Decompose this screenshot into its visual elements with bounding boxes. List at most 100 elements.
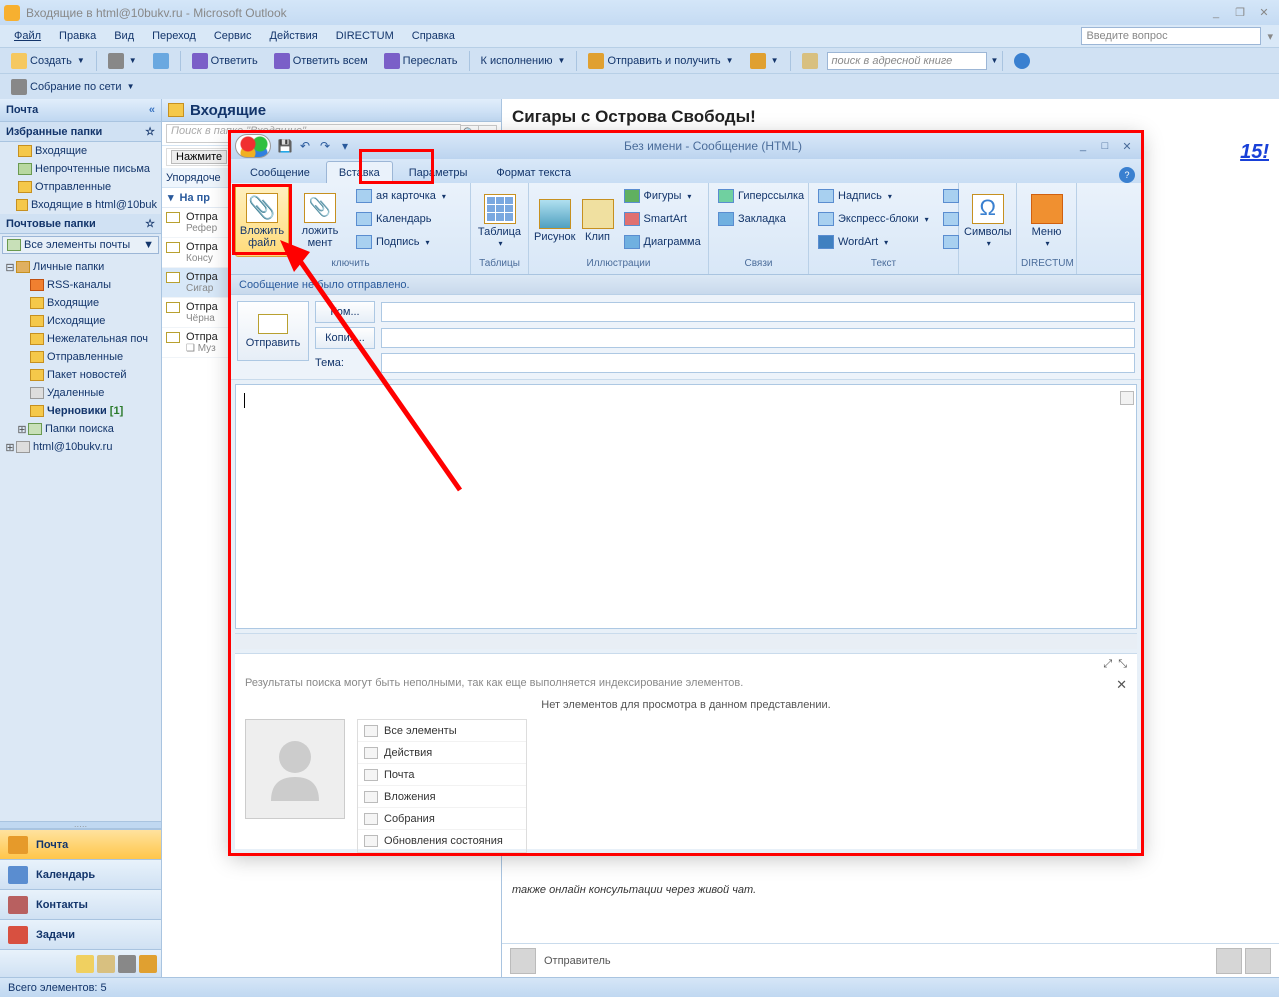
all-mail-items[interactable]: Все элементы почты▼ bbox=[2, 236, 159, 254]
menu-go[interactable]: Переход bbox=[144, 28, 204, 44]
sender-avatar[interactable] bbox=[510, 948, 536, 974]
compose-minimize[interactable]: _ bbox=[1073, 139, 1093, 153]
favorites-header[interactable]: Избранные папки☆ bbox=[0, 122, 161, 142]
address-book-button[interactable] bbox=[795, 50, 825, 72]
tree-inbox[interactable]: Входящие bbox=[0, 294, 161, 312]
qat-save-icon[interactable]: 💾 bbox=[277, 138, 293, 154]
recipient-avatar[interactable] bbox=[1245, 948, 1271, 974]
chart-button[interactable]: Диаграмма bbox=[619, 231, 706, 253]
tab-message[interactable]: Сообщение bbox=[237, 161, 323, 183]
shortcut-shortcuts-icon[interactable] bbox=[118, 955, 136, 973]
menu-file[interactable]: Файл bbox=[6, 28, 49, 44]
detail-attachments[interactable]: Вложения bbox=[358, 786, 526, 808]
menu-actions[interactable]: Действия bbox=[262, 28, 326, 44]
tab-options[interactable]: Параметры bbox=[396, 161, 481, 183]
year-link[interactable]: 15! bbox=[1240, 141, 1269, 164]
directum-menu-button[interactable]: Меню▾ bbox=[1021, 185, 1072, 257]
mail-folders-header[interactable]: Почтовые папки☆ bbox=[0, 214, 161, 234]
send-button[interactable]: Отправить bbox=[237, 301, 309, 361]
menu-edit[interactable]: Правка bbox=[51, 28, 104, 44]
clipart-button[interactable]: Клип bbox=[581, 185, 615, 257]
tree-rss[interactable]: RSS-каналы bbox=[0, 276, 161, 294]
send-receive-button[interactable]: Отправить и получить▼ bbox=[581, 50, 740, 72]
recipient-avatar[interactable] bbox=[1216, 948, 1242, 974]
to-input[interactable] bbox=[381, 302, 1135, 322]
smartart-button[interactable]: SmartArt bbox=[619, 208, 706, 230]
contact-avatar-large[interactable] bbox=[245, 719, 345, 819]
hyperlink-button[interactable]: Гиперссылка bbox=[713, 185, 809, 207]
detail-activities[interactable]: Действия bbox=[358, 742, 526, 764]
move-button[interactable] bbox=[146, 50, 176, 72]
navbtn-calendar[interactable]: Календарь bbox=[0, 859, 161, 889]
compose-close[interactable]: ✕ bbox=[1117, 139, 1137, 153]
online-meeting-button[interactable]: Собрание по сети▼ bbox=[4, 76, 141, 98]
detail-all-items[interactable]: Все элементы bbox=[358, 720, 526, 742]
tab-insert[interactable]: Вставка bbox=[326, 161, 393, 183]
window-close[interactable]: ✕ bbox=[1253, 5, 1275, 21]
quick-parts-button[interactable]: Экспресс-блоки▾ bbox=[813, 208, 934, 230]
nav-splitter[interactable]: ····· bbox=[0, 821, 161, 829]
signature-button[interactable]: Подпись▾ bbox=[351, 231, 451, 253]
follow-up-button[interactable]: К исполнению▼ bbox=[474, 50, 573, 72]
compose-scrollbar[interactable] bbox=[235, 633, 1137, 649]
tab-format-text[interactable]: Формат текста bbox=[483, 161, 584, 183]
picture-button[interactable]: Рисунок bbox=[533, 185, 577, 257]
window-restore[interactable]: ❐ bbox=[1229, 5, 1251, 21]
reply-all-button[interactable]: Ответить всем bbox=[267, 50, 375, 72]
tree-sent[interactable]: Отправленные bbox=[0, 348, 161, 366]
menu-tools[interactable]: Сервис bbox=[206, 28, 260, 44]
help-question-input[interactable]: Введите вопрос bbox=[1081, 27, 1261, 45]
detail-mail[interactable]: Почта bbox=[358, 764, 526, 786]
window-minimize[interactable]: _ bbox=[1205, 5, 1227, 21]
people-pane-collapse-icon[interactable]: ⤡ bbox=[1118, 658, 1127, 671]
print-button[interactable]: ▼ bbox=[101, 50, 144, 72]
forward-button[interactable]: Переслать bbox=[377, 50, 465, 72]
qat-redo-icon[interactable]: ↷ bbox=[317, 138, 333, 154]
tree-deleted[interactable]: Удаленные bbox=[0, 384, 161, 402]
tree-drafts[interactable]: Черновики [1] bbox=[0, 402, 161, 420]
compose-body-editor[interactable] bbox=[235, 384, 1137, 629]
qat-more-icon[interactable]: ▾ bbox=[337, 138, 353, 154]
attach-item-button[interactable]: 📎 ложить мент bbox=[293, 185, 347, 257]
help-button[interactable] bbox=[1007, 50, 1037, 72]
cc-input[interactable] bbox=[381, 328, 1135, 348]
tree-newsfeeds[interactable]: Пакет новостей bbox=[0, 366, 161, 384]
navbtn-contacts[interactable]: Контакты bbox=[0, 889, 161, 919]
attach-file-button[interactable]: 📎 Вложить файл bbox=[235, 185, 289, 257]
tree-search-folders[interactable]: ⊞Папки поиска bbox=[0, 420, 161, 438]
menu-help[interactable]: Справка bbox=[404, 28, 463, 44]
navbtn-mail[interactable]: Почта bbox=[0, 829, 161, 859]
ribbon-help-icon[interactable]: ? bbox=[1119, 167, 1135, 183]
qat-undo-icon[interactable]: ↶ bbox=[297, 138, 313, 154]
tree-junk[interactable]: Нежелательная поч bbox=[0, 330, 161, 348]
wordart-button[interactable]: WordArt▾ bbox=[813, 231, 934, 253]
navbtn-tasks[interactable]: Задачи bbox=[0, 919, 161, 949]
bookmark-button[interactable]: Закладка bbox=[713, 208, 809, 230]
tree-account[interactable]: ⊞html@10bukv.ru bbox=[0, 438, 161, 456]
shortcut-config-icon[interactable] bbox=[139, 955, 157, 973]
reply-button[interactable]: Ответить bbox=[185, 50, 265, 72]
fav-inbox-account[interactable]: Входящие в html@10buk bbox=[0, 196, 161, 214]
cc-button[interactable]: Копия... bbox=[315, 327, 375, 349]
new-button[interactable]: Создать▼ bbox=[4, 50, 92, 72]
business-card-button[interactable]: ая карточка▾ bbox=[351, 185, 451, 207]
warning-close-icon[interactable]: ✕ bbox=[1116, 677, 1127, 693]
subject-input[interactable] bbox=[381, 353, 1135, 373]
fav-sent[interactable]: Отправленные bbox=[0, 178, 161, 196]
to-button[interactable]: Ком... bbox=[315, 301, 375, 323]
menu-directum[interactable]: DIRECTUM bbox=[328, 28, 402, 44]
tree-personal[interactable]: ⊟Личные папки bbox=[0, 258, 161, 276]
address-search-input[interactable]: поиск в адресной книге bbox=[827, 52, 987, 70]
fav-inbox[interactable]: Входящие bbox=[0, 142, 161, 160]
shortcut-folders-icon[interactable] bbox=[97, 955, 115, 973]
address-search-dropdown[interactable]: ▼ bbox=[991, 56, 999, 65]
mailbox-button[interactable]: ▼ bbox=[743, 50, 786, 72]
detail-status-updates[interactable]: Обновления состояния bbox=[358, 830, 526, 852]
fav-unread[interactable]: Непрочтенные письма bbox=[0, 160, 161, 178]
tree-outbox[interactable]: Исходящие bbox=[0, 312, 161, 330]
textbox-button[interactable]: Надпись▾ bbox=[813, 185, 934, 207]
menu-view[interactable]: Вид bbox=[106, 28, 142, 44]
calendar-button[interactable]: Календарь bbox=[351, 208, 451, 230]
office-button[interactable] bbox=[235, 134, 271, 158]
table-button[interactable]: Таблица▾ bbox=[475, 185, 524, 257]
